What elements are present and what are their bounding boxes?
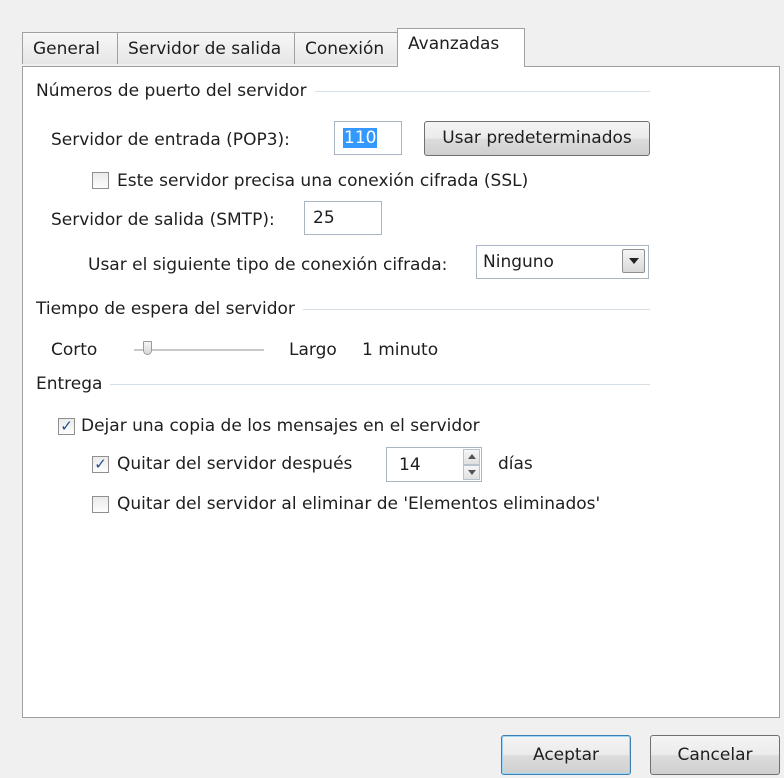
leave-copy-label: Dejar una copia de los mensajes en el se… xyxy=(81,416,480,436)
group-divider xyxy=(110,383,650,385)
incoming-port-label: Servidor de entrada (POP3): xyxy=(51,130,290,150)
use-defaults-button[interactable]: Usar predeterminados xyxy=(424,121,650,156)
encryption-type-dropdown[interactable]: Ninguno xyxy=(476,245,649,279)
remove-after-check-icon: ✓ xyxy=(94,455,107,473)
timeout-group-title: Tiempo de espera del servidor xyxy=(36,299,295,319)
group-divider xyxy=(314,90,650,92)
outgoing-port-value: 25 xyxy=(313,208,335,228)
encryption-type-value: Ninguno xyxy=(483,252,554,272)
outgoing-port-label: Servidor de salida (SMTP): xyxy=(51,210,275,230)
arrow-up-icon[interactable] xyxy=(463,449,480,465)
days-stepper[interactable]: 14 xyxy=(386,447,482,482)
timeout-short-label: Corto xyxy=(51,340,98,360)
use-defaults-label: Usar predeterminados xyxy=(442,128,632,148)
timeout-value-label: 1 minuto xyxy=(362,340,439,360)
encryption-type-label: Usar el siguiente tipo de conexión cifra… xyxy=(88,255,448,275)
ports-group-header: Números de puerto del servidor xyxy=(36,81,650,101)
incoming-port-value: 110 xyxy=(343,128,378,148)
days-unit-label: días xyxy=(498,454,533,474)
timeout-slider-thumb[interactable] xyxy=(143,341,152,355)
ok-button-label: Aceptar xyxy=(533,745,599,765)
timeout-long-label: Largo xyxy=(289,340,337,360)
ports-group-title: Números de puerto del servidor xyxy=(36,81,307,101)
leave-copy-check-icon: ✓ xyxy=(60,417,73,435)
delivery-group-header: Entrega xyxy=(36,374,650,394)
timeout-group-header: Tiempo de espera del servidor xyxy=(36,299,650,319)
remove-deleted-checkbox[interactable] xyxy=(92,496,109,513)
outgoing-port-input[interactable]: 25 xyxy=(304,201,382,235)
timeout-slider-track[interactable] xyxy=(134,349,264,352)
delivery-group-title: Entrega xyxy=(36,374,103,394)
group-divider xyxy=(302,308,650,310)
remove-after-checkbox[interactable]: ✓ xyxy=(92,456,109,473)
chevron-down-icon[interactable] xyxy=(622,249,645,273)
leave-copy-checkbox[interactable]: ✓ xyxy=(58,418,75,435)
incoming-port-input[interactable]: 110 xyxy=(334,121,402,155)
cancel-button-label: Cancelar xyxy=(677,745,753,765)
days-value: 14 xyxy=(399,455,421,475)
remove-after-label: Quitar del servidor después xyxy=(117,454,353,474)
ssl-checkbox[interactable] xyxy=(92,172,109,189)
cancel-button[interactable]: Cancelar xyxy=(650,735,780,775)
ok-button[interactable]: Aceptar xyxy=(501,735,631,775)
days-stepper-buttons xyxy=(463,449,480,480)
panel-content: Números de puerto del servidor Servidor … xyxy=(0,0,784,778)
remove-deleted-label: Quitar del servidor al eliminar de 'Elem… xyxy=(117,494,601,514)
arrow-down-icon[interactable] xyxy=(463,464,480,480)
ssl-label: Este servidor precisa una conexión cifra… xyxy=(117,171,529,191)
